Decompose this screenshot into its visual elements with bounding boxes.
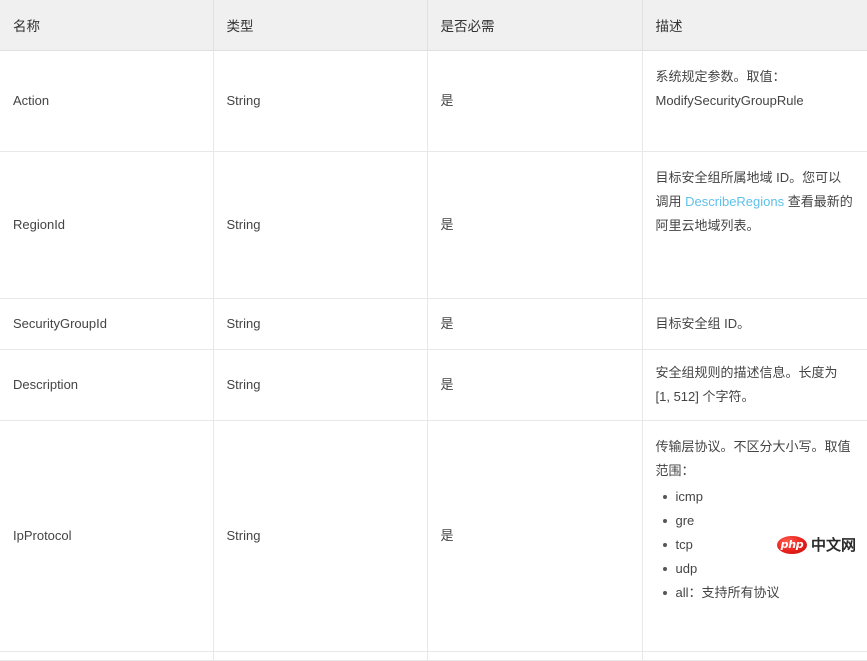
cell-parameter-name: RegionId: [0, 151, 214, 299]
list-item: gre: [662, 509, 854, 533]
cell-parameter-required: 是: [427, 151, 643, 299]
column-header-required: 是否必需: [427, 0, 643, 51]
list-item: udp: [662, 557, 854, 581]
php-logo-icon: php: [777, 535, 807, 554]
cell-parameter-description: 系统规定参数。取值： ModifySecurityGroupRule: [642, 50, 867, 152]
description-text: 目标安全组所属地域 ID。您可以调用 DescribeRegions 查看最新的…: [656, 166, 854, 238]
table-header-row: 名称 类型 是否必需 描述: [0, 0, 867, 51]
cell-parameter-description: [642, 651, 867, 661]
cell-parameter-name: IpProtocol: [0, 420, 214, 652]
column-header-name: 名称: [0, 0, 214, 51]
cell-parameter-type: String: [213, 50, 428, 152]
table-row: RegionId String 是 目标安全组所属地域 ID。您可以调用 Des…: [0, 151, 867, 299]
cell-parameter-required: 是: [427, 50, 643, 152]
cell-parameter-type: [213, 651, 428, 661]
table-body: Action String 是 系统规定参数。取值： ModifySecurit…: [0, 50, 867, 661]
cell-parameter-type: String: [213, 420, 428, 652]
column-header-description: 描述: [642, 0, 867, 51]
table-row: IpProtocol String 是 传输层协议。不区分大小写。取值范围： i…: [0, 420, 867, 652]
cell-parameter-description: 目标安全组所属地域 ID。您可以调用 DescribeRegions 查看最新的…: [642, 151, 867, 299]
cell-parameter-required: 是: [427, 349, 643, 421]
describe-regions-link[interactable]: DescribeRegions: [685, 194, 784, 209]
cell-parameter-required: [427, 651, 643, 661]
cell-parameter-description: 安全组规则的描述信息。长度为 [1, 512] 个字符。: [642, 349, 867, 421]
cell-parameter-name: [0, 651, 214, 661]
cell-parameter-required: 是: [427, 420, 643, 652]
api-parameters-table: 名称 类型 是否必需 描述 Action String 是 系统规定参数。取值：…: [0, 0, 867, 661]
cell-parameter-type: String: [213, 298, 428, 350]
description-text: 传输层协议。不区分大小写。取值范围：: [655, 439, 851, 478]
watermark-site-name: 中文网: [811, 536, 857, 554]
list-item: all：支持所有协议: [662, 581, 854, 605]
table-header: 名称 类型 是否必需 描述: [0, 0, 867, 51]
cell-parameter-type: String: [213, 349, 428, 421]
table-row: SecurityGroupId String 是 目标安全组 ID。: [0, 298, 867, 350]
cell-parameter-name: Description: [0, 349, 214, 421]
description-value: ModifySecurityGroupRule: [655, 93, 804, 108]
cell-parameter-type: String: [213, 151, 428, 299]
cell-parameter-name: SecurityGroupId: [0, 298, 214, 350]
cell-parameter-description: 目标安全组 ID。: [642, 298, 867, 350]
column-header-type: 类型: [213, 0, 428, 51]
table-row: Description String 是 安全组规则的描述信息。长度为 [1, …: [0, 349, 867, 421]
description-line: 系统规定参数。取值：: [655, 69, 786, 84]
watermark: php 中文网: [777, 534, 856, 555]
list-item: icmp: [662, 485, 854, 509]
cell-parameter-required: 是: [427, 298, 643, 350]
table-row-partial: [0, 651, 867, 661]
cell-parameter-name: Action: [0, 50, 214, 152]
table-row: Action String 是 系统规定参数。取值： ModifySecurit…: [0, 50, 867, 152]
